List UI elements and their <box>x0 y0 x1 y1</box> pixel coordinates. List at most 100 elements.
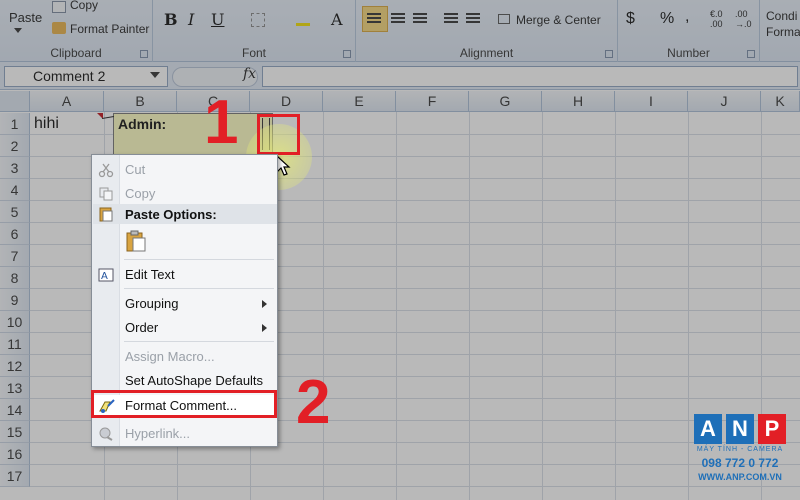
column-header-f[interactable]: F <box>396 91 469 112</box>
clipboard-launcher-icon[interactable] <box>140 50 148 58</box>
row-header-13[interactable]: 13 <box>0 377 30 399</box>
column-header-j[interactable]: J <box>688 91 761 112</box>
menu-item-set-autoshape-defaults[interactable]: Set AutoShape Defaults <box>92 370 277 392</box>
paste-clipboard-icon[interactable] <box>126 230 146 257</box>
menu-separator <box>124 288 274 289</box>
currency-button[interactable]: $ <box>626 10 635 28</box>
menu-item-grouping[interactable]: Grouping <box>92 293 277 315</box>
row-header-17[interactable]: 17 <box>0 465 30 487</box>
format-painter-icon <box>52 22 66 34</box>
row-header-14[interactable]: 14 <box>0 399 30 421</box>
row-header-2[interactable]: 2 <box>0 135 30 157</box>
font-group-label: Font <box>241 46 266 60</box>
paste-dropdown-icon[interactable] <box>14 28 22 33</box>
menu-item-copy[interactable]: Copy <box>92 183 277 205</box>
menu-item-edit-text-label: Edit Text <box>125 267 175 282</box>
bold-button[interactable]: B <box>164 10 178 29</box>
menu-item-assign-macro[interactable]: Assign Macro... <box>92 346 277 368</box>
svg-text:A: A <box>101 271 108 282</box>
paste-options-header: Paste Options: <box>93 204 277 224</box>
submenu-arrow-icon <box>262 324 267 332</box>
select-all-corner[interactable] <box>0 91 30 112</box>
increase-decimal-icon[interactable]: €.0.00 <box>710 9 723 29</box>
number-group: $ % , €.0.00 .00 →.0 Number <box>618 0 760 62</box>
formula-input[interactable] <box>262 66 798 87</box>
align-right-icon[interactable] <box>413 13 427 15</box>
percent-button[interactable]: % <box>660 10 674 28</box>
copy-button[interactable]: Copy <box>70 0 98 12</box>
column-header-b[interactable]: B <box>104 91 177 112</box>
insert-function-icon[interactable]: fx <box>243 66 256 82</box>
scissors-icon <box>98 162 114 178</box>
font-group: B I U A Font <box>153 0 356 62</box>
column-header-k[interactable]: K <box>761 91 800 112</box>
conditional-formatting-button[interactable]: Condi <box>766 9 797 23</box>
column-header-h[interactable]: H <box>542 91 615 112</box>
row-header-11[interactable]: 11 <box>0 333 30 355</box>
edit-text-icon: A <box>98 267 114 283</box>
watermark-line2: 098 772 0 772 <box>701 456 779 470</box>
align-left-icon[interactable] <box>362 6 388 32</box>
name-box-dropdown-icon[interactable] <box>150 72 160 78</box>
row-header-1[interactable]: 1 <box>0 113 30 135</box>
align-center-icon[interactable] <box>391 13 405 15</box>
ribbon: Paste Copy Format Painter Clipboard B I … <box>0 0 800 62</box>
menu-item-grouping-label: Grouping <box>125 296 179 311</box>
menu-separator <box>124 259 274 260</box>
column-header-a[interactable]: A <box>30 91 104 112</box>
row-header-9[interactable]: 9 <box>0 289 30 311</box>
step1-number: 1 <box>204 88 239 157</box>
font-color-icon[interactable]: A <box>331 10 343 29</box>
menu-item-copy-label: Copy <box>125 186 156 201</box>
row-header-6[interactable]: 6 <box>0 223 30 245</box>
menu-item-edit-text[interactable]: A Edit Text <box>92 264 277 286</box>
decrease-decimal-icon[interactable]: .00 →.0 <box>735 9 752 29</box>
row-header-8[interactable]: 8 <box>0 267 30 289</box>
cell-a1[interactable]: hihi <box>34 115 59 133</box>
font-launcher-icon[interactable] <box>343 50 351 58</box>
hyperlink-icon <box>98 426 114 442</box>
step1-highlight-box <box>257 114 300 155</box>
decrease-indent-icon[interactable] <box>444 13 458 15</box>
row-header-5[interactable]: 5 <box>0 201 30 223</box>
borders-icon[interactable] <box>251 13 265 27</box>
row-header-7[interactable]: 7 <box>0 245 30 267</box>
number-group-label: Number <box>667 46 710 60</box>
menu-item-cut[interactable]: Cut <box>92 159 277 181</box>
row-header-16[interactable]: 16 <box>0 443 30 465</box>
increase-indent-icon[interactable] <box>466 13 480 15</box>
menu-item-hyperlink[interactable]: Hyperlink... <box>92 423 277 445</box>
mouse-cursor-icon <box>276 155 291 176</box>
paste-options-label: Paste Options: <box>125 207 217 222</box>
alignment-group: Merge & Center Alignment <box>356 0 618 62</box>
column-header-e[interactable]: E <box>323 91 396 112</box>
underline-button[interactable]: U <box>211 10 224 29</box>
alignment-launcher-icon[interactable] <box>605 50 613 58</box>
column-header-d[interactable]: D <box>250 91 323 112</box>
comment-author: Admin: <box>118 116 167 132</box>
copy-icon <box>98 186 114 202</box>
row-header-4[interactable]: 4 <box>0 179 30 201</box>
paste-button[interactable]: Paste <box>9 10 42 25</box>
row-header-3[interactable]: 3 <box>0 157 30 179</box>
italic-button[interactable]: I <box>188 10 194 29</box>
watermark-line1: MÁY TÍNH - CAMERA <box>696 446 784 453</box>
watermark-letter-p: P <box>758 414 786 444</box>
comma-button[interactable]: , <box>685 8 689 26</box>
format-painter-button[interactable]: Format Painter <box>70 22 149 36</box>
fill-color-icon[interactable] <box>296 12 310 26</box>
number-launcher-icon[interactable] <box>747 50 755 58</box>
name-box[interactable]: Comment 2 <box>4 66 168 87</box>
merge-center-button[interactable]: Merge & Center <box>516 13 601 27</box>
row-header-15[interactable]: 15 <box>0 421 30 443</box>
alignment-group-label: Alignment <box>459 46 514 60</box>
grid-row-line <box>30 464 800 465</box>
formula-bar: Comment 2 <box>0 62 800 90</box>
menu-item-order[interactable]: Order <box>92 317 277 339</box>
column-header-g[interactable]: G <box>469 91 542 112</box>
row-header-12[interactable]: 12 <box>0 355 30 377</box>
watermark-letter-a: A <box>694 414 722 444</box>
watermark-line3: WWW.ANP.COM.VN <box>698 472 782 482</box>
row-header-10[interactable]: 10 <box>0 311 30 333</box>
column-header-i[interactable]: I <box>615 91 688 112</box>
